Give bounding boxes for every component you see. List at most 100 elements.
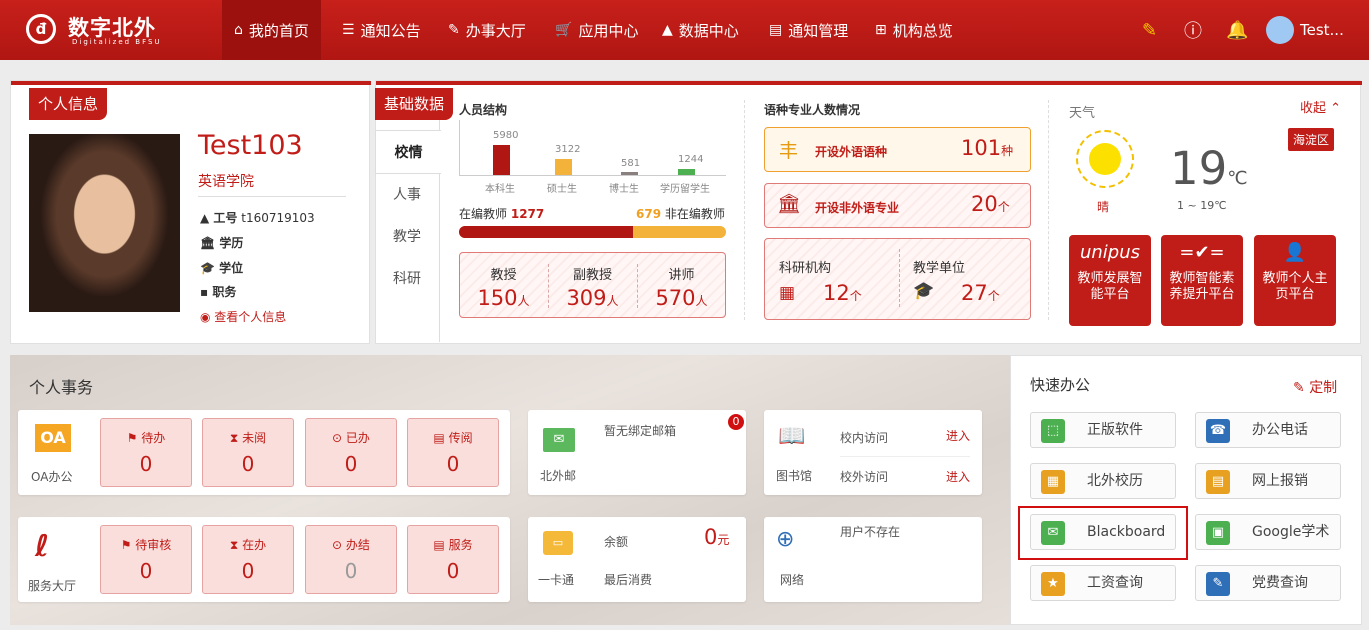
form-icon: ✎ [1206, 572, 1230, 596]
top-nav-bar: đ 数字北外 Digitalized BFSU ⌂ 我的首页 ☰ 通知公告 ✎ 办事大… [0, 0, 1369, 60]
platform-teacher-homepage[interactable]: 👤 教师个人主页平台 [1254, 235, 1336, 326]
service-stat-pending[interactable]: ⚑ 待审核 0 [100, 525, 192, 594]
bell-icon[interactable]: 🔔 [1226, 0, 1248, 60]
quick-calendar[interactable]: ▦ 北外校历 [1030, 463, 1176, 499]
district-badge: 海淀区 [1288, 128, 1335, 151]
bar-label-1: 本科生 [485, 184, 515, 195]
nav-home[interactable]: ⌂ 我的首页 [222, 0, 321, 60]
mail-icon: ✉ [543, 428, 575, 452]
oa-stat-todo[interactable]: ⚑ 待办 0 [100, 418, 192, 487]
oa-stat-done[interactable]: ⊙ 已办 0 [305, 418, 397, 487]
chat-icon: ▣ [1206, 521, 1230, 545]
receipt-icon: ▤ [1206, 470, 1230, 494]
teacher-ratio-bar [459, 226, 726, 238]
network-label: 网络 [780, 573, 805, 587]
id-card-icon: ▭ [543, 531, 573, 555]
cart-icon: 🛒 [555, 22, 573, 38]
oa-label[interactable]: OA办公 [31, 468, 72, 485]
calendar-icon: ▦ [1041, 470, 1065, 494]
nav-data-center[interactable]: ▲ 数据中心 [650, 0, 751, 60]
rank-value-3: 570人 [655, 286, 708, 310]
person-icon: 👤 [1283, 242, 1307, 263]
quick-reimbursement[interactable]: ▤ 网上报销 [1195, 463, 1341, 499]
nonlang-major-box: 🏛 开设非外语专业 20个 [764, 183, 1031, 228]
user-name: Test... [1300, 21, 1344, 39]
weather-condition: 晴 [1097, 200, 1110, 214]
tab-campus[interactable]: 校情 [375, 130, 441, 174]
blackboard-highlight [1018, 506, 1188, 560]
bar-value-2: 3122 [555, 144, 581, 155]
logo-subtitle: Digitalized BFSU [72, 38, 162, 46]
quick-software[interactable]: ⬚ 正版软件 [1030, 412, 1176, 448]
bar-label-3: 博士生 [609, 184, 639, 195]
book-icon: 📖 [778, 424, 806, 449]
nav-notice-manage[interactable]: ▤ 通知管理 [757, 0, 860, 60]
platform-teacher-literacy[interactable]: =✔= 教师智能素养提升平台 [1161, 235, 1243, 326]
edit-note-icon[interactable]: ✎ [1142, 0, 1157, 60]
medal-icon: ★ [1041, 572, 1065, 596]
language-title: 语种专业人数情况 [764, 103, 861, 117]
quick-salary[interactable]: ★ 工资查询 [1030, 565, 1176, 601]
bar-value-1: 5980 [493, 130, 519, 141]
bar-undergrad [493, 145, 510, 175]
bar-intl [678, 169, 695, 175]
user-menu[interactable]: Test... [1266, 0, 1344, 60]
bar-value-3: 581 [621, 158, 641, 169]
library-external: 校外访问 [840, 470, 889, 484]
quick-phone[interactable]: ☎ 办公电话 [1195, 412, 1341, 448]
customize-link[interactable]: ✎ 定制 [1293, 377, 1337, 397]
nav-org-overview[interactable]: ⊞ 机构总览 [863, 0, 965, 60]
chevron-up-icon: ⌃ [1330, 101, 1342, 116]
balance-label: 余额 [604, 535, 629, 549]
temperature-range: 1 ~ 19℃ [1177, 199, 1227, 212]
institution-icon: 🏛 [777, 193, 802, 215]
network-icon: ⊕ [776, 527, 795, 552]
view-profile-link[interactable]: ◉ 查看个人信息 [200, 308, 286, 325]
service-stat-service[interactable]: ▤ 服务 0 [407, 525, 499, 594]
tab-research[interactable]: 科研 [375, 268, 439, 288]
teacher-ratio-fill [459, 226, 634, 238]
network-card[interactable]: ⊕ 网络 用户不存在 [764, 517, 982, 602]
platform-teacher-dev[interactable]: unipus 教师发展智能平台 [1069, 235, 1151, 326]
oa-stat-circulate[interactable]: ▤ 传阅 0 [407, 418, 499, 487]
sign-icon: 丰 [779, 140, 799, 162]
oa-stat-unread[interactable]: ⧗ 未阅 0 [202, 418, 294, 487]
campus-card[interactable]: ▭ 一卡通 余额 0元 最后消费 [528, 517, 746, 602]
nav-app-center[interactable]: 🛒 应用中心 [543, 0, 650, 60]
quick-party-fee[interactable]: ✎ 党费查询 [1195, 565, 1341, 601]
service-label[interactable]: 服务大厅 [28, 577, 76, 594]
tab-personnel[interactable]: 人事 [375, 184, 439, 204]
oa-card: OA OA办公 ⚑ 待办 0 ⧗ 未阅 0 ⊙ 已办 0 ▤ 传阅 0 [18, 410, 510, 495]
checkmark-icon: =✔= [1179, 242, 1225, 263]
nav-service-hall[interactable]: ✎ 办事大厅 [436, 0, 538, 60]
service-hall-icon: ℓ [35, 529, 50, 564]
network-status: 用户不存在 [840, 525, 901, 539]
service-stat-inprogress[interactable]: ⧗ 在办 0 [202, 525, 294, 594]
research-box: 科研机构 ▦ 12个 教学单位 🎓 27个 [764, 238, 1031, 320]
profile-post: ▪ 职务 [200, 285, 237, 299]
app-logo[interactable]: đ 数字北外 Digitalized BFSU [26, 10, 186, 50]
sun-icon [1076, 130, 1134, 188]
collapse-toggle[interactable]: 收起 ⌃ [1300, 97, 1341, 116]
quick-google-scholar[interactable]: ▣ Google学术 [1195, 514, 1341, 550]
last-spend-label: 最后消费 [604, 573, 653, 587]
library-internal-enter[interactable]: 进入 [946, 427, 970, 444]
bar-doctor [621, 172, 638, 175]
bar-value-4: 1244 [678, 154, 704, 165]
bar-master [555, 159, 572, 175]
library-external-enter[interactable]: 进入 [946, 468, 970, 485]
teacher-in-text: 在编教师 1277 [459, 207, 545, 221]
profile-title: 🎓 学位 [200, 261, 244, 275]
edit-icon: ✎ [448, 22, 460, 38]
staff-bar-chart: 5980 3122 581 1244 [459, 120, 726, 176]
nav-notices[interactable]: ☰ 通知公告 [330, 0, 433, 60]
help-icon[interactable]: ⓘ [1184, 0, 1202, 60]
service-stat-closed[interactable]: ⊙ 办结 0 [305, 525, 397, 594]
document-icon: ▤ [769, 22, 783, 38]
building-icon: ▦ [779, 283, 796, 303]
tab-teaching[interactable]: 教学 [375, 226, 439, 246]
mail-card[interactable]: ✉ 北外邮 暂无绑定邮箱 0 [528, 410, 746, 495]
quick-office-title: 快速办公 [1030, 376, 1091, 394]
rank-value-2: 309人 [566, 286, 619, 310]
org-icon: ⊞ [875, 22, 887, 38]
